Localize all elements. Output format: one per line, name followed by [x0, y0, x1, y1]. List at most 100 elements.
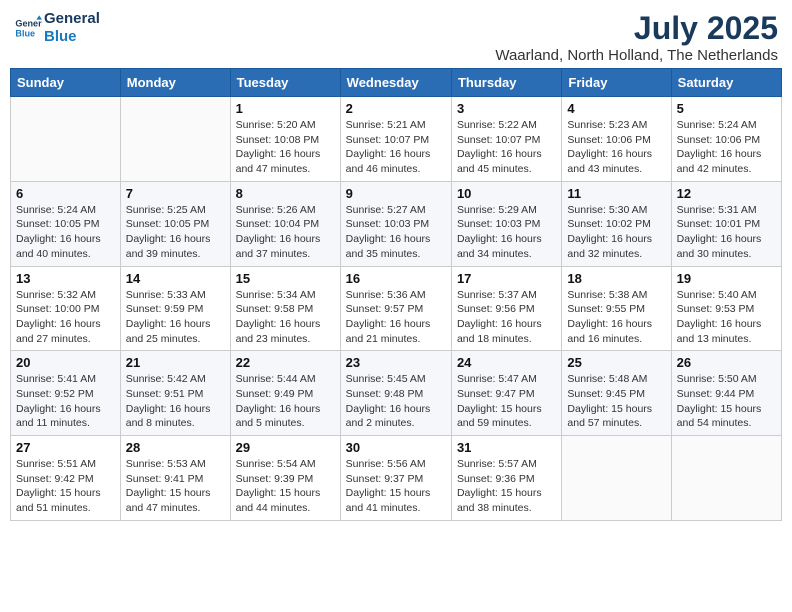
day-number: 13	[16, 271, 115, 286]
day-number: 31	[457, 440, 556, 455]
calendar-cell: 24 Sunrise: 5:47 AM Sunset: 9:47 PM Dayli…	[451, 351, 561, 436]
cell-content: Sunrise: 5:54 AM Sunset: 9:39 PM Dayligh…	[236, 457, 335, 516]
cell-content: Sunrise: 5:48 AM Sunset: 9:45 PM Dayligh…	[567, 372, 665, 431]
calendar-cell: 16 Sunrise: 5:36 AM Sunset: 9:57 PM Dayli…	[340, 266, 451, 351]
day-number: 22	[236, 355, 335, 370]
month-year-title: July 2025	[495, 10, 778, 47]
calendar-cell: 30Sunrise: 5:56 AM Sunset: 9:37 PM Dayli…	[340, 436, 451, 521]
day-number: 20	[16, 355, 115, 370]
calendar-cell: 2Sunrise: 5:21 AM Sunset: 10:07 PM Dayli…	[340, 97, 451, 182]
cell-content: Sunrise: 5:38 AM Sunset: 9:55 PM Dayligh…	[567, 288, 665, 347]
cell-content: Sunrise: 5:34 AM Sunset: 9:58 PM Dayligh…	[236, 288, 335, 347]
day-number: 1	[236, 101, 335, 116]
calendar-cell: 26Sunrise: 5:50 AM Sunset: 9:44 PM Dayli…	[671, 351, 781, 436]
day-number: 25	[567, 355, 665, 370]
cell-content: Sunrise: 5:24 AM Sunset: 10:06 PM Daylig…	[677, 118, 776, 177]
day-number: 11	[567, 186, 665, 201]
day-number: 27	[16, 440, 115, 455]
calendar-cell: 11 Sunrise: 5:30 AM Sunset: 10:02 PM Dayl…	[562, 181, 671, 266]
page-header: General Blue General Blue July 2025 Waar…	[10, 10, 782, 64]
calendar-cell: 15Sunrise: 5:34 AM Sunset: 9:58 PM Dayli…	[230, 266, 340, 351]
day-number: 24	[457, 355, 556, 370]
calendar-cell	[671, 436, 781, 521]
calendar-cell: 5 Sunrise: 5:24 AM Sunset: 10:06 PM Dayli…	[671, 97, 781, 182]
cell-content: Sunrise: 5:57 AM Sunset: 9:36 PM Dayligh…	[457, 457, 556, 516]
day-header-thursday: Thursday	[451, 69, 561, 97]
calendar-cell: 22 Sunrise: 5:44 AM Sunset: 9:49 PM Dayli…	[230, 351, 340, 436]
calendar-cell: 31 Sunrise: 5:57 AM Sunset: 9:36 PM Dayli…	[451, 436, 561, 521]
calendar-cell	[562, 436, 671, 521]
cell-content: Sunrise: 5:47 AM Sunset: 9:47 PM Dayligh…	[457, 372, 556, 431]
day-number: 14	[126, 271, 225, 286]
calendar-cell: 20 Sunrise: 5:41 AM Sunset: 9:52 PM Dayli…	[11, 351, 121, 436]
cell-content: Sunrise: 5:26 AM Sunset: 10:04 PM Daylig…	[236, 203, 335, 262]
day-number: 9	[346, 186, 446, 201]
day-number: 2	[346, 101, 446, 116]
cell-content: Sunrise: 5:20 AM Sunset: 10:08 PM Daylig…	[236, 118, 335, 177]
cell-content: Sunrise: 5:45 AM Sunset: 9:48 PM Dayligh…	[346, 372, 446, 431]
day-number: 12	[677, 186, 776, 201]
cell-content: Sunrise: 5:25 AM Sunset: 10:05 PM Daylig…	[126, 203, 225, 262]
day-header-wednesday: Wednesday	[340, 69, 451, 97]
calendar-week-row: 27 Sunrise: 5:51 AM Sunset: 9:42 PM Dayli…	[11, 436, 782, 521]
calendar-cell: 4Sunrise: 5:23 AM Sunset: 10:06 PM Dayli…	[562, 97, 671, 182]
cell-content: Sunrise: 5:41 AM Sunset: 9:52 PM Dayligh…	[16, 372, 115, 431]
calendar-week-row: 6 Sunrise: 5:24 AM Sunset: 10:05 PM Dayli…	[11, 181, 782, 266]
cell-content: Sunrise: 5:51 AM Sunset: 9:42 PM Dayligh…	[16, 457, 115, 516]
title-block: July 2025 Waarland, North Holland, The N…	[495, 10, 778, 64]
calendar-cell: 19Sunrise: 5:40 AM Sunset: 9:53 PM Dayli…	[671, 266, 781, 351]
day-number: 23	[346, 355, 446, 370]
cell-content: Sunrise: 5:24 AM Sunset: 10:05 PM Daylig…	[16, 203, 115, 262]
cell-content: Sunrise: 5:50 AM Sunset: 9:44 PM Dayligh…	[677, 372, 776, 431]
calendar-cell: 3 Sunrise: 5:22 AM Sunset: 10:07 PM Dayli…	[451, 97, 561, 182]
cell-content: Sunrise: 5:22 AM Sunset: 10:07 PM Daylig…	[457, 118, 556, 177]
cell-content: Sunrise: 5:37 AM Sunset: 9:56 PM Dayligh…	[457, 288, 556, 347]
calendar-cell: 17Sunrise: 5:37 AM Sunset: 9:56 PM Dayli…	[451, 266, 561, 351]
calendar-week-row: 1 Sunrise: 5:20 AM Sunset: 10:08 PM Dayli…	[11, 97, 782, 182]
day-number: 29	[236, 440, 335, 455]
calendar-header-row: SundayMondayTuesdayWednesdayThursdayFrid…	[11, 69, 782, 97]
calendar-cell: 18 Sunrise: 5:38 AM Sunset: 9:55 PM Dayli…	[562, 266, 671, 351]
cell-content: Sunrise: 5:30 AM Sunset: 10:02 PM Daylig…	[567, 203, 665, 262]
day-header-tuesday: Tuesday	[230, 69, 340, 97]
cell-content: Sunrise: 5:53 AM Sunset: 9:41 PM Dayligh…	[126, 457, 225, 516]
day-header-sunday: Sunday	[11, 69, 121, 97]
day-number: 3	[457, 101, 556, 116]
calendar-cell: 14 Sunrise: 5:33 AM Sunset: 9:59 PM Dayli…	[120, 266, 230, 351]
svg-text:Blue: Blue	[15, 28, 35, 38]
day-number: 5	[677, 101, 776, 116]
day-header-friday: Friday	[562, 69, 671, 97]
logo-icon: General Blue	[14, 14, 42, 42]
calendar-cell: 9 Sunrise: 5:27 AM Sunset: 10:03 PM Dayli…	[340, 181, 451, 266]
day-number: 18	[567, 271, 665, 286]
logo-blue: Blue	[44, 28, 100, 46]
cell-content: Sunrise: 5:32 AM Sunset: 10:00 PM Daylig…	[16, 288, 115, 347]
cell-content: Sunrise: 5:33 AM Sunset: 9:59 PM Dayligh…	[126, 288, 225, 347]
logo-general: General	[44, 10, 100, 28]
cell-content: Sunrise: 5:44 AM Sunset: 9:49 PM Dayligh…	[236, 372, 335, 431]
calendar-cell: 6 Sunrise: 5:24 AM Sunset: 10:05 PM Dayli…	[11, 181, 121, 266]
calendar-week-row: 13 Sunrise: 5:32 AM Sunset: 10:00 PM Dayl…	[11, 266, 782, 351]
day-number: 16	[346, 271, 446, 286]
calendar-table: SundayMondayTuesdayWednesdayThursdayFrid…	[10, 68, 782, 521]
calendar-cell: 27 Sunrise: 5:51 AM Sunset: 9:42 PM Dayli…	[11, 436, 121, 521]
calendar-cell: 25 Sunrise: 5:48 AM Sunset: 9:45 PM Dayli…	[562, 351, 671, 436]
calendar-cell: 21Sunrise: 5:42 AM Sunset: 9:51 PM Dayli…	[120, 351, 230, 436]
cell-content: Sunrise: 5:40 AM Sunset: 9:53 PM Dayligh…	[677, 288, 776, 347]
calendar-cell: 28Sunrise: 5:53 AM Sunset: 9:41 PM Dayli…	[120, 436, 230, 521]
logo: General Blue General Blue	[14, 10, 100, 46]
cell-content: Sunrise: 5:42 AM Sunset: 9:51 PM Dayligh…	[126, 372, 225, 431]
calendar-cell: 8Sunrise: 5:26 AM Sunset: 10:04 PM Dayli…	[230, 181, 340, 266]
cell-content: Sunrise: 5:27 AM Sunset: 10:03 PM Daylig…	[346, 203, 446, 262]
calendar-cell: 13 Sunrise: 5:32 AM Sunset: 10:00 PM Dayl…	[11, 266, 121, 351]
cell-content: Sunrise: 5:36 AM Sunset: 9:57 PM Dayligh…	[346, 288, 446, 347]
day-header-saturday: Saturday	[671, 69, 781, 97]
calendar-cell	[11, 97, 121, 182]
calendar-week-row: 20 Sunrise: 5:41 AM Sunset: 9:52 PM Dayli…	[11, 351, 782, 436]
cell-content: Sunrise: 5:23 AM Sunset: 10:06 PM Daylig…	[567, 118, 665, 177]
day-number: 6	[16, 186, 115, 201]
calendar-cell: 1 Sunrise: 5:20 AM Sunset: 10:08 PM Dayli…	[230, 97, 340, 182]
svg-text:General: General	[15, 19, 42, 29]
cell-content: Sunrise: 5:29 AM Sunset: 10:03 PM Daylig…	[457, 203, 556, 262]
calendar-cell: 23 Sunrise: 5:45 AM Sunset: 9:48 PM Dayli…	[340, 351, 451, 436]
